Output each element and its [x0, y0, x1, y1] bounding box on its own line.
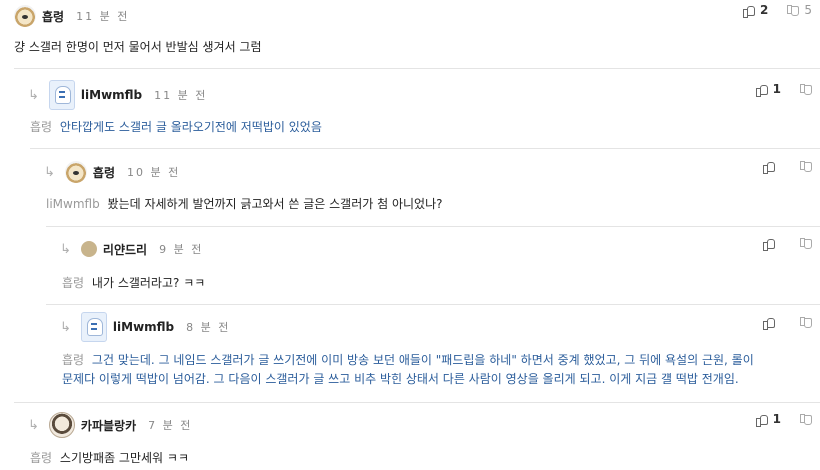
- nickname[interactable]: liMwmflb: [113, 320, 174, 334]
- comment-header: ↳ liMwmflb 11 분 전: [28, 80, 208, 110]
- comment-header: ↳ 흡령 10 분 전: [44, 158, 180, 186]
- reply-arrow-icon: ↳: [28, 87, 39, 103]
- comment: ↳ 카파블랑카 7 분 전 1 흡령 스기방패좀 그만세워 ㅋㅋ: [14, 402, 820, 470]
- comment-text: 걍 스갤러 한명이 먼저 물어서 반발심 생겨서 그럼: [14, 40, 262, 54]
- comment-body: 흡령 그건 맞는데. 그 네임드 스갤러가 글 쓰기전에 이미 방송 보던 애들…: [62, 351, 812, 389]
- reply-target[interactable]: 흡령: [30, 120, 52, 134]
- upvote-count: 1: [772, 82, 781, 96]
- nickname[interactable]: liMwmflb: [81, 88, 142, 102]
- comment-text: 문제다 이렇게 떡밥이 넘어감. 그 다음이 스갤러가 글 쓰고 비추 박힌 상…: [62, 372, 739, 386]
- comment: ↳ 리얀드리 9 분 전 흡령 내가 스갤러라고? ㅋㅋ: [46, 226, 820, 304]
- comment-body: 흡령 스기방패좀 그만세워 ㅋㅋ: [30, 449, 189, 468]
- timestamp: 8 분 전: [186, 321, 231, 334]
- thumbs-down-icon[interactable]: [799, 316, 812, 329]
- thumbs-down-icon[interactable]: [799, 237, 812, 250]
- comment-text: 봤는데 자세하게 발언까지 긁고와서 쓴 글은 스갤러가 첨 아니었나?: [107, 197, 443, 211]
- avatar[interactable]: [48, 80, 75, 110]
- nickname[interactable]: 리얀드리: [103, 241, 147, 258]
- vote-box: 1: [755, 75, 812, 103]
- avatar[interactable]: [80, 241, 97, 257]
- comment-text: 내가 스갤러라고? ㅋㅋ: [91, 276, 206, 290]
- avatar[interactable]: [80, 312, 107, 342]
- vote-box: [762, 152, 812, 180]
- avatar[interactable]: [64, 161, 87, 183]
- thumbs-up-icon[interactable]: [755, 413, 768, 427]
- thumbs-up-icon[interactable]: [755, 83, 768, 97]
- comment-text: 그건 맞는데. 그 네임드 스갤러가 글 쓰기전에 이미 방송 보던 애들이 "…: [91, 353, 754, 367]
- thumbs-up-icon[interactable]: [762, 237, 775, 251]
- vote-box: [762, 308, 812, 336]
- reply-target[interactable]: 흡령: [62, 353, 84, 367]
- reply-target[interactable]: liMwmflb: [46, 197, 100, 211]
- comment-header: ↳ 리얀드리 9 분 전: [60, 235, 203, 263]
- nickname[interactable]: 흡령: [93, 164, 115, 181]
- thumbs-up-icon[interactable]: [762, 316, 775, 330]
- comment-text: 안타깝게도 스갤러 글 올라오기전에 저떡밥이 있었음: [59, 120, 322, 134]
- reply-arrow-icon: ↳: [60, 319, 71, 335]
- comment: ↳ liMwmflb 11 분 전 1 흡령 안타깝게도 스갤러 글 올라오기전…: [14, 68, 820, 148]
- downvote-count: 5: [804, 3, 812, 17]
- comment-text: 스기방패좀 그만세워 ㅋㅋ: [59, 451, 189, 465]
- reply-target[interactable]: 흡령: [30, 451, 52, 465]
- comment-body: 흡령 내가 스갤러라고? ㅋㅋ: [62, 274, 205, 293]
- upvote-count: 2: [760, 3, 769, 17]
- thumbs-down-icon[interactable]: [799, 413, 812, 426]
- comment-body: 흡령 안타깝게도 스갤러 글 올라오기전에 저떡밥이 있었음: [30, 118, 322, 137]
- upvote-count: 1: [772, 412, 781, 426]
- vote-box: 1: [755, 405, 812, 433]
- timestamp: 11 분 전: [76, 10, 130, 23]
- comment-header: 흡령 11 분 전: [14, 2, 129, 30]
- comment-body: 걍 스갤러 한명이 먼저 물어서 반발심 생겨서 그럼: [14, 38, 262, 57]
- nickname[interactable]: 흡령: [42, 8, 64, 25]
- comment: 흡령 11 분 전 2 5 걍 스갤러 한명이 먼저 물어서 반발심 생겨서 그…: [0, 0, 820, 68]
- timestamp: 9 분 전: [159, 243, 204, 256]
- thumbs-down-icon[interactable]: [799, 160, 812, 173]
- reply-arrow-icon: ↳: [60, 241, 71, 257]
- reply-arrow-icon: ↳: [28, 417, 39, 433]
- vote-box: [762, 229, 812, 257]
- reply-arrow-icon: ↳: [44, 164, 55, 180]
- vote-box: 2 5: [742, 0, 812, 24]
- avatar[interactable]: [48, 412, 75, 438]
- thumbs-up-icon[interactable]: [762, 160, 775, 174]
- thumbs-down-icon[interactable]: [799, 83, 812, 96]
- comment-header: ↳ liMwmflb 8 분 전: [60, 312, 231, 342]
- comment-header: ↳ 카파블랑카 7 분 전: [28, 411, 192, 439]
- reply-target[interactable]: 흡령: [62, 276, 84, 290]
- nickname[interactable]: 카파블랑카: [81, 417, 136, 434]
- thumbs-down-icon[interactable]: [786, 4, 800, 17]
- timestamp: 11 분 전: [154, 89, 208, 102]
- comment: ↳ liMwmflb 8 분 전 흡령 그건 맞는데. 그 네임드 스갤러가 글…: [46, 304, 820, 402]
- comment: ↳ 흡령 10 분 전 liMwmflb 봤는데 자세하게 발언까지 긁고와서 …: [30, 148, 820, 226]
- comment-line: 흡령 그건 맞는데. 그 네임드 스갤러가 글 쓰기전에 이미 방송 보던 애들…: [62, 351, 812, 370]
- timestamp: 10 분 전: [127, 166, 181, 179]
- thumbs-up-icon[interactable]: [742, 4, 755, 18]
- comment-body: liMwmflb 봤는데 자세하게 발언까지 긁고와서 쓴 글은 스갤러가 첨 …: [46, 195, 443, 214]
- avatar[interactable]: [14, 5, 36, 27]
- timestamp: 7 분 전: [148, 419, 193, 432]
